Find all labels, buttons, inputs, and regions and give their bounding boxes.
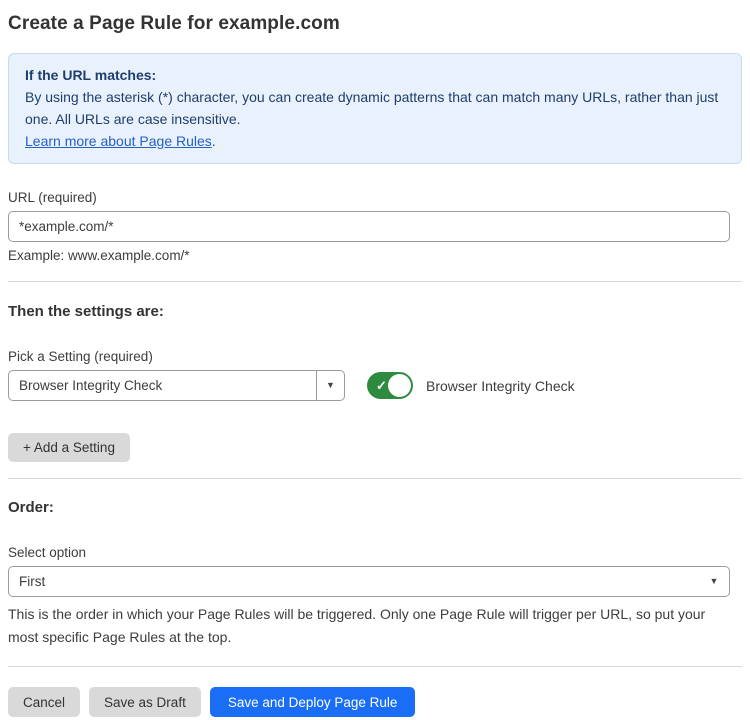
url-field-label: URL (required) [8,190,742,205]
setting-row: Browser Integrity Check ▼ ✓ Browser Inte… [8,370,742,401]
page-title: Create a Page Rule for example.com [8,13,742,35]
order-help-text: This is the order in which your Page Rul… [8,603,730,649]
order-select-arrow-wrap: ▼ [699,577,729,586]
browser-integrity-toggle[interactable]: ✓ [367,372,413,399]
setting-dropdown[interactable]: Browser Integrity Check ▼ [8,370,345,401]
url-input[interactable] [8,211,730,242]
link-suffix: . [212,133,216,149]
url-example-text: Example: www.example.com/* [8,248,742,263]
add-setting-button[interactable]: + Add a Setting [8,433,130,462]
check-icon: ✓ [376,378,387,394]
info-box-heading: If the URL matches: [25,64,725,86]
divider [8,478,742,479]
divider [8,281,742,282]
url-matches-info-box: If the URL matches: By using the asteris… [8,53,742,164]
order-select-value: First [9,574,699,589]
select-option-label: Select option [8,545,742,560]
footer-actions: Cancel Save as Draft Save and Deploy Pag… [8,687,742,717]
toggle-knob [388,374,411,397]
cancel-button[interactable]: Cancel [8,687,80,717]
info-box-link-line: Learn more about Page Rules. [25,130,725,152]
chevron-down-icon: ▼ [326,381,335,390]
create-page-rule-panel: Create a Page Rule for example.com If th… [0,0,750,717]
order-select[interactable]: First ▼ [8,566,730,597]
learn-more-link[interactable]: Learn more about Page Rules [25,133,212,149]
save-and-deploy-button[interactable]: Save and Deploy Page Rule [210,687,416,717]
pick-setting-label: Pick a Setting (required) [8,349,742,364]
order-section-heading: Order: [8,499,742,516]
divider [8,666,742,667]
info-box-body: By using the asterisk (*) character, you… [25,86,725,130]
settings-section-heading: Then the settings are: [8,303,742,320]
save-as-draft-button[interactable]: Save as Draft [89,687,201,717]
chevron-down-icon: ▼ [710,577,719,586]
setting-dropdown-value: Browser Integrity Check [9,371,316,400]
toggle-label: Browser Integrity Check [426,378,575,394]
setting-dropdown-arrow-button[interactable]: ▼ [316,371,344,400]
